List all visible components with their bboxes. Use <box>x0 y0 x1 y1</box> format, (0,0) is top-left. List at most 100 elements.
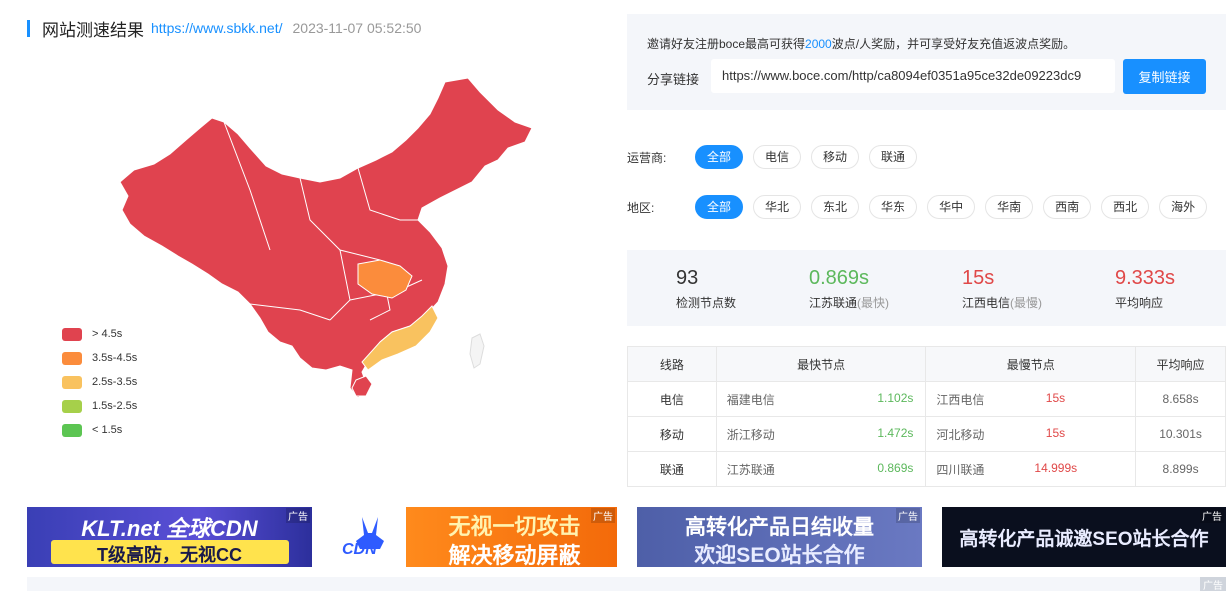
legend-swatch <box>62 423 82 437</box>
bottom-ad-tag: 广告 <box>1200 577 1226 591</box>
fast-node-time: 1.472s <box>877 425 914 440</box>
invite-reward-amount: 2000 <box>805 37 832 51</box>
slow-node-time: 15s <box>1045 425 1066 440</box>
fast-node-name: 江苏联通 <box>726 462 775 477</box>
fast-node-time: 0.869s <box>877 460 914 475</box>
legend-swatch <box>62 375 82 389</box>
region-chip-north[interactable]: 华北 <box>753 195 802 219</box>
legend-label: 3.5s-4.5s <box>92 352 138 364</box>
stat-node-count: 93 检测节点数 <box>676 266 736 311</box>
region-filter-label: 地区: <box>627 200 655 215</box>
legend-label: 1.5s-2.5s <box>92 400 138 412</box>
region-chip-northwest[interactable]: 西北 <box>1101 195 1150 219</box>
region-chip-northeast[interactable]: 东北 <box>811 195 860 219</box>
cell-line: 移动 <box>627 416 717 452</box>
ad-headline: 无视一切攻击 <box>448 514 581 539</box>
operator-chip-mobile[interactable]: 移动 <box>811 145 860 169</box>
line-results-table: 线路 最快节点 最慢节点 平均响应 电信 福建电信 1.102s 江西电信 15s … <box>627 346 1226 487</box>
ad-tag: 广告 <box>286 508 310 523</box>
operator-chip-unicom[interactable]: 联通 <box>869 145 918 169</box>
legend-item: 3.5s-4.5s <box>62 346 137 370</box>
region-chip-all[interactable]: 全部 <box>695 195 744 219</box>
legend-item: < 1.5s <box>62 418 137 442</box>
column-header-line: 线路 <box>627 346 717 382</box>
invite-text: 邀请好友注册boce最高可获得2000波点/人奖励，并可享受好友充值返波点奖励。 <box>647 35 1075 52</box>
cell-slowest: 河北移动 15s <box>925 416 1137 452</box>
share-link-label: 分享链接 <box>647 72 700 87</box>
stat-value: 0.869s <box>809 267 870 289</box>
cell-fastest: 浙江移动 1.472s <box>715 416 927 452</box>
region-chip-east[interactable]: 华东 <box>869 195 918 219</box>
column-header-fastest: 最快节点 <box>715 346 927 382</box>
slow-node-name: 河北移动 <box>936 427 985 442</box>
table-row: 移动 浙江移动 1.472s 河北移动 15s 10.301s <box>627 416 1226 452</box>
cell-line: 联通 <box>627 451 717 487</box>
stat-label: 江西电信(最慢) <box>962 294 1042 311</box>
operator-chip-all[interactable]: 全部 <box>695 145 744 169</box>
fast-node-name: 福建电信 <box>726 392 775 407</box>
legend-swatch <box>62 351 82 365</box>
operator-chip-telecom[interactable]: 电信 <box>753 145 802 169</box>
fast-node-time: 1.102s <box>877 390 914 405</box>
slow-node-name: 四川联通 <box>936 462 985 477</box>
ad-logo-text: CDN <box>342 541 377 558</box>
summary-stats: 93 检测节点数 0.869s 江苏联通(最快) 15s 江西电信(最慢) 9.… <box>627 250 1226 326</box>
operator-filter-label: 运营商: <box>627 150 667 165</box>
cell-line: 电信 <box>627 381 717 417</box>
legend-item: 2.5s-3.5s <box>62 370 137 394</box>
stat-average: 9.333s 平均响应 <box>1115 266 1175 311</box>
invite-text-after: 波点/人奖励，并可享受好友充值返波点奖励。 <box>831 37 1076 51</box>
region-chip-central[interactable]: 华中 <box>927 195 976 219</box>
ad-headline: 高转化产品诚邀SEO站长合作 <box>959 529 1209 550</box>
legend-item: 1.5s-2.5s <box>62 394 137 418</box>
table-row: 联通 江苏联通 0.869s 四川联通 14.999s 8.899s <box>627 451 1226 487</box>
test-timestamp: 2023-11-07 05:52:50 <box>292 20 422 36</box>
invite-panel: 邀请好友注册boce最高可获得2000波点/人奖励，并可享受好友充值返波点奖励。… <box>627 14 1226 110</box>
share-link-field[interactable]: https://www.boce.com/http/ca8094ef0351a9… <box>711 59 1115 93</box>
stat-fastest: 0.869s 江苏联通(最快) <box>809 266 889 311</box>
ad-tag: 广告 <box>1200 508 1224 523</box>
ad-subline: T级高防，无视CC <box>97 545 242 565</box>
ad-tag: 广告 <box>591 508 615 523</box>
cell-slowest: 四川联通 14.999s <box>925 451 1137 487</box>
ad-banner-seo-1[interactable]: 高转化产品日结收量 欢迎SEO站长合作 广告 <box>637 507 922 567</box>
region-chip-southwest[interactable]: 西南 <box>1043 195 1092 219</box>
map-region-taiwan[interactable] <box>469 333 485 369</box>
slow-node-name: 江西电信 <box>936 392 985 407</box>
slow-node-time: 14.999s <box>1034 460 1078 475</box>
stat-label-note: (最慢) <box>1010 296 1043 310</box>
cell-average: 8.658s <box>1135 381 1226 417</box>
ad-tag: 广告 <box>896 508 920 523</box>
cell-fastest: 福建电信 1.102s <box>715 381 927 417</box>
cell-fastest: 江苏联通 0.869s <box>715 451 927 487</box>
operator-filter: 运营商: 全部 电信 移动 联通 <box>627 145 927 169</box>
cell-slowest: 江西电信 15s <box>925 381 1137 417</box>
legend-item: > 4.5s <box>62 322 137 346</box>
copy-link-button[interactable]: 复制链接 <box>1123 59 1206 94</box>
legend-label: > 4.5s <box>92 328 123 340</box>
stat-slowest: 15s 江西电信(最慢) <box>962 266 1042 311</box>
tested-url-link[interactable]: https://www.sbkk.net/ <box>151 20 283 36</box>
stat-value: 93 <box>676 267 699 289</box>
map-legend: > 4.5s 3.5s-4.5s 2.5s-3.5s 1.5s-2.5s < 1… <box>62 322 137 442</box>
slow-node-time: 15s <box>1045 390 1066 405</box>
ad-banner-cdn[interactable]: CDN 无视一切攻击 解决移动屏蔽 广告 <box>332 507 617 567</box>
stat-label-text: 江西电信 <box>962 296 1011 310</box>
region-chip-south[interactable]: 华南 <box>985 195 1034 219</box>
stat-value: 9.333s <box>1115 267 1176 289</box>
china-speed-map[interactable] <box>100 70 540 410</box>
ad-banner-seo-2[interactable]: 高转化产品诚邀SEO站长合作 广告 <box>942 507 1226 567</box>
bottom-ad-strip <box>27 577 1226 591</box>
title-accent-bar <box>27 19 30 37</box>
column-header-average: 平均响应 <box>1135 346 1226 382</box>
invite-text-before: 邀请好友注册boce最高可获得 <box>647 37 806 51</box>
ad-subline: 解决移动屏蔽 <box>448 543 581 567</box>
fast-node-name: 浙江移动 <box>726 427 775 442</box>
legend-swatch <box>62 399 82 413</box>
region-filter: 地区: 全部 华北 东北 华东 华中 华南 西南 西北 海外 <box>627 195 1217 219</box>
legend-label: < 1.5s <box>92 424 123 436</box>
ad-banner-klt[interactable]: KLT.net 全球CDN T级高防，无视CC 广告 <box>27 507 312 567</box>
region-chip-overseas[interactable]: 海外 <box>1159 195 1208 219</box>
table-header-row: 线路 最快节点 最慢节点 平均响应 <box>627 346 1226 382</box>
page-title: 网站测速结果 <box>42 20 144 40</box>
